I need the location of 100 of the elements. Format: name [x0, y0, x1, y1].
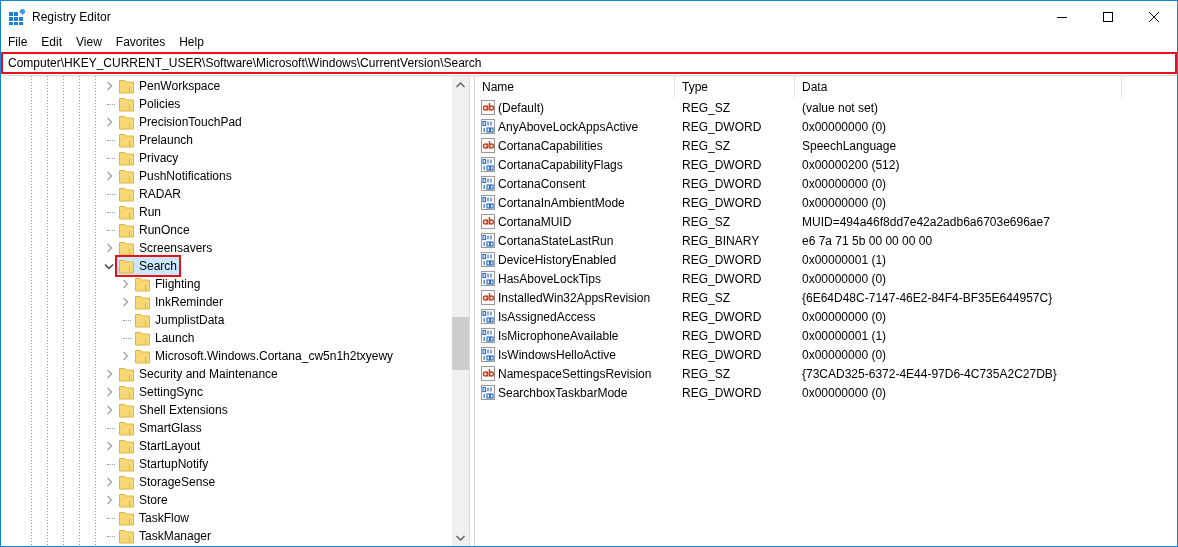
value-name[interactable]: CortanaStateLastRun [498, 233, 614, 248]
value-data: 0x00000000 (0) [801, 176, 888, 191]
folder-icon [119, 240, 135, 256]
column-header[interactable]: Name [475, 76, 675, 98]
tree-item[interactable]: Privacy [117, 149, 181, 167]
expand-icon[interactable] [105, 495, 113, 505]
value-data: SpeechLanguage [801, 138, 898, 153]
tree-item[interactable]: Search [117, 257, 180, 275]
value-name[interactable]: CortanaInAmbientMode [498, 195, 625, 210]
value-name[interactable]: IsWindowsHelloActive [498, 347, 617, 362]
tree-item[interactable]: PushNotifications [117, 167, 234, 185]
tree-item[interactable]: StorageSense [117, 473, 218, 491]
value-type: REG_SZ [681, 290, 731, 305]
value-name[interactable]: DeviceHistoryEnabled [498, 252, 617, 267]
tree-item[interactable]: Prelaunch [117, 131, 196, 149]
tree-item[interactable]: Launch [133, 329, 197, 347]
folder-icon [119, 96, 135, 112]
value-data: 0x00000200 (512) [801, 157, 901, 172]
tree-item[interactable]: Screensavers [117, 239, 215, 257]
value-type: REG_SZ [681, 138, 731, 153]
value-data: MUID=494a46f8dd7e42a2adb6a6703e696ae7 [801, 214, 1051, 229]
expand-icon[interactable] [105, 117, 113, 127]
tree-item[interactable]: InkReminder [133, 293, 226, 311]
expand-icon[interactable] [121, 279, 129, 289]
value-name[interactable]: NamespaceSettingsRevision [498, 366, 652, 381]
tree-item[interactable]: SmartGlass [117, 419, 204, 437]
value-type: REG_DWORD [681, 328, 763, 343]
tree-item[interactable]: Store [117, 491, 170, 509]
expand-icon[interactable] [105, 171, 113, 181]
folder-icon [135, 276, 151, 292]
menu-item[interactable]: Edit [34, 34, 70, 49]
value-name[interactable]: IsAssignedAccess [498, 309, 596, 324]
value-name[interactable]: CortanaCapabilities [498, 138, 603, 153]
tree-item[interactable]: Flighting [133, 275, 203, 293]
folder-icon [119, 150, 135, 166]
column-header[interactable]: Type [675, 76, 795, 98]
value-type: REG_BINARY [681, 233, 761, 248]
expand-icon[interactable] [121, 297, 129, 307]
value-name[interactable]: CortanaConsent [498, 176, 586, 191]
menu-item[interactable]: View [69, 34, 109, 49]
folder-icon [135, 312, 151, 328]
menu-item[interactable]: File [1, 34, 35, 49]
tree-item[interactable]: RADAR [117, 185, 183, 203]
value-name[interactable]: IsMicrophoneAvailable [498, 328, 619, 343]
value-name[interactable]: InstalledWin32AppsRevision [498, 290, 651, 305]
tree-item[interactable]: Policies [117, 95, 183, 113]
tree-item[interactable]: Run [117, 203, 163, 221]
tree-item[interactable]: RunOnce [117, 221, 192, 239]
expand-icon[interactable] [121, 351, 129, 361]
expand-icon[interactable] [105, 441, 113, 451]
tree-item[interactable]: TaskManager [117, 527, 214, 545]
folder-icon [119, 456, 135, 472]
value-name[interactable]: CortanaMUID [498, 214, 572, 229]
folder-icon [119, 366, 135, 382]
value-data: {6E64D48C-7147-46E2-84F4-BF35E644957C} [801, 290, 1054, 305]
folder-icon [119, 78, 135, 94]
tree-item[interactable]: Security and Maintenance [117, 365, 280, 383]
registry-icon [9, 8, 25, 25]
tree-item[interactable]: TaskFlow [117, 509, 191, 527]
expand-icon[interactable] [105, 81, 113, 91]
folder-icon [119, 384, 135, 400]
folder-icon [119, 528, 135, 544]
menu-item[interactable]: Help [172, 34, 211, 49]
value-name[interactable]: HasAboveLockTips [498, 271, 601, 286]
expand-icon[interactable] [105, 477, 113, 487]
value-data: 0x00000000 (0) [801, 385, 888, 400]
value-type: REG_DWORD [681, 195, 763, 210]
value-name[interactable]: (Default) [498, 100, 544, 115]
address-bar[interactable]: Computer\HKEY_CURRENT_USER\Software\Microsoft\Windows\CurrentVersion\Search [1, 52, 1177, 74]
maximize-icon [1103, 11, 1113, 22]
window-title: Registry Editor [32, 9, 112, 24]
value-name[interactable]: SearchboxTaskbarMode [498, 385, 628, 400]
expand-icon[interactable] [105, 243, 113, 253]
value-data: 0x00000001 (1) [801, 328, 888, 343]
value-name[interactable]: AnyAboveLockAppsActive [498, 119, 639, 134]
expand-icon[interactable] [105, 387, 113, 397]
tree-item[interactable]: Microsoft.Windows.Cortana_cw5n1h2txyewy [133, 347, 396, 365]
folder-icon [135, 330, 151, 346]
tree-item[interactable]: PenWorkspace [117, 77, 223, 95]
value-data: 0x00000000 (0) [801, 195, 888, 210]
folder-icon [119, 474, 135, 490]
expand-icon[interactable] [105, 405, 113, 415]
scroll-thumb[interactable] [452, 317, 469, 370]
tree-item[interactable]: SettingSync [117, 383, 206, 401]
scrollbar[interactable] [452, 76, 469, 546]
value-data: {73CAD325-6372-4E44-97D6-4C735A2C27DB} [801, 366, 1058, 381]
tree-item[interactable]: JumplistData [133, 311, 227, 329]
menu-item[interactable]: Favorites [108, 34, 173, 49]
expand-icon[interactable] [105, 369, 113, 379]
tree-item[interactable]: Shell Extensions [117, 401, 230, 419]
tree-item[interactable]: StartLayout [117, 437, 203, 455]
value-data: 0x00000001 (1) [801, 252, 888, 267]
tree-item[interactable]: StartupNotify [117, 455, 211, 473]
value-name[interactable]: CortanaCapabilityFlags [498, 157, 623, 172]
folder-icon [119, 420, 135, 436]
collapse-icon[interactable] [104, 262, 114, 270]
folder-icon [119, 222, 135, 238]
tree-item[interactable]: PrecisionTouchPad [117, 113, 244, 131]
folder-icon [119, 186, 135, 202]
column-header[interactable]: Data [795, 76, 1122, 98]
